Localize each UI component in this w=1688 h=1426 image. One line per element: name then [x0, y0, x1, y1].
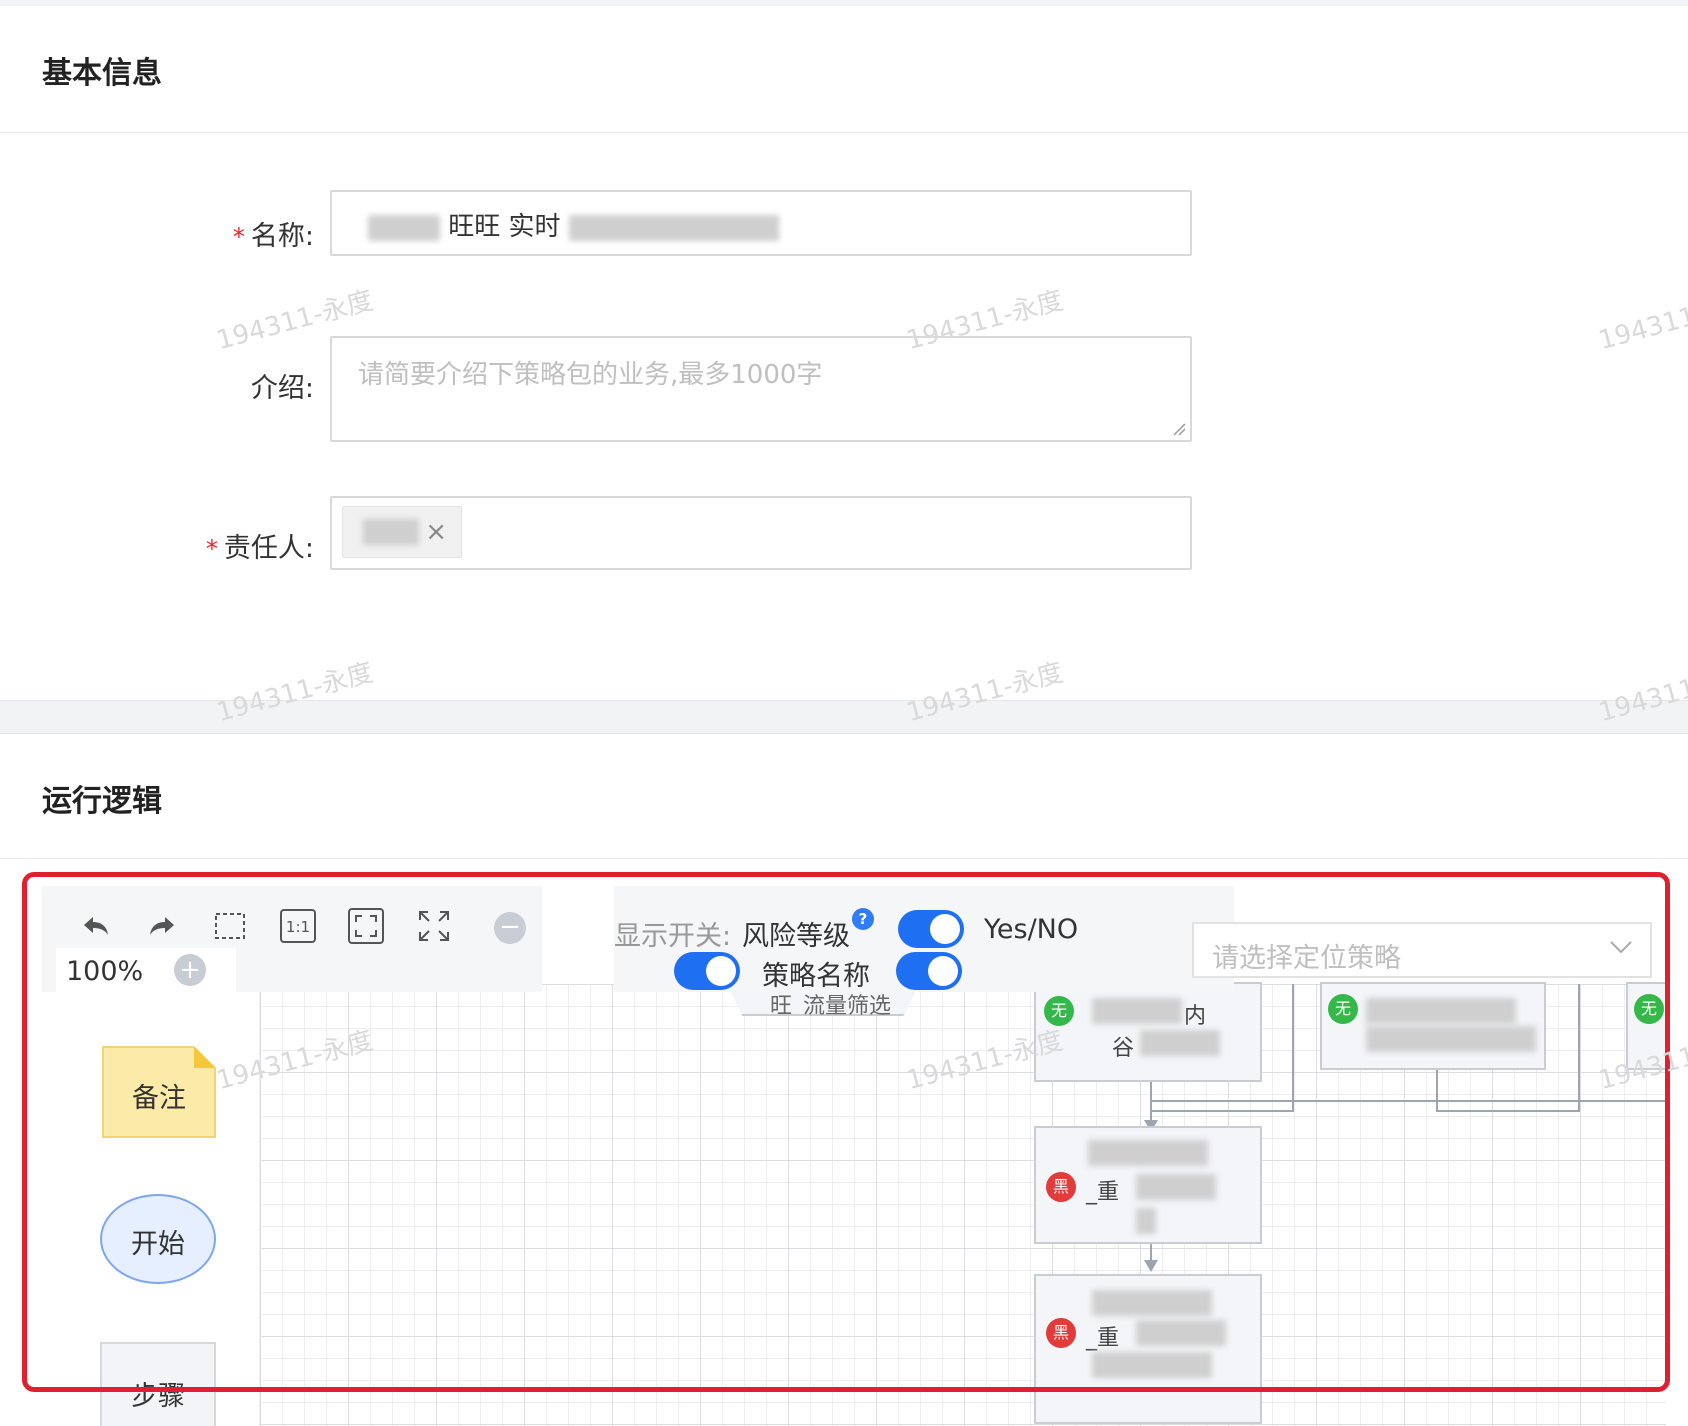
top-strip — [0, 0, 1688, 6]
required-mark: * — [205, 535, 218, 563]
basic-info-title: 基本信息 — [42, 56, 162, 91]
tag-remove-icon[interactable]: × — [425, 517, 447, 547]
name-visible-text: 旺旺 实时 — [448, 212, 561, 242]
name-label-text: 名称: — [250, 221, 314, 252]
owner-tag: × — [342, 506, 462, 558]
divider — [0, 132, 1688, 133]
owner-select[interactable]: × — [330, 496, 1192, 570]
intro-placeholder: 请简要介绍下策略包的业务,最多1000字 — [358, 360, 823, 390]
owner-label-text: 责任人: — [223, 533, 314, 564]
logic-title: 运行逻辑 — [42, 784, 162, 819]
name-input-value: 旺旺 实时 — [368, 206, 779, 243]
divider — [0, 858, 1688, 859]
required-mark: * — [232, 223, 245, 251]
watermark: 194311-永度 — [1595, 285, 1688, 357]
redacted-text — [368, 214, 440, 241]
section-gap — [0, 700, 1688, 734]
resize-grip-icon[interactable] — [1170, 420, 1186, 436]
name-label: * 名称: — [114, 214, 314, 253]
redacted-text — [568, 214, 779, 241]
intro-label: 介绍: — [250, 373, 314, 404]
name-input[interactable]: 旺旺 实时 — [330, 190, 1192, 256]
intro-textarea[interactable]: 请简要介绍下策略包的业务,最多1000字 — [330, 336, 1192, 442]
owner-label: * 责任人: — [114, 526, 314, 565]
highlight-frame — [22, 872, 1670, 1392]
redacted-owner — [363, 519, 419, 545]
